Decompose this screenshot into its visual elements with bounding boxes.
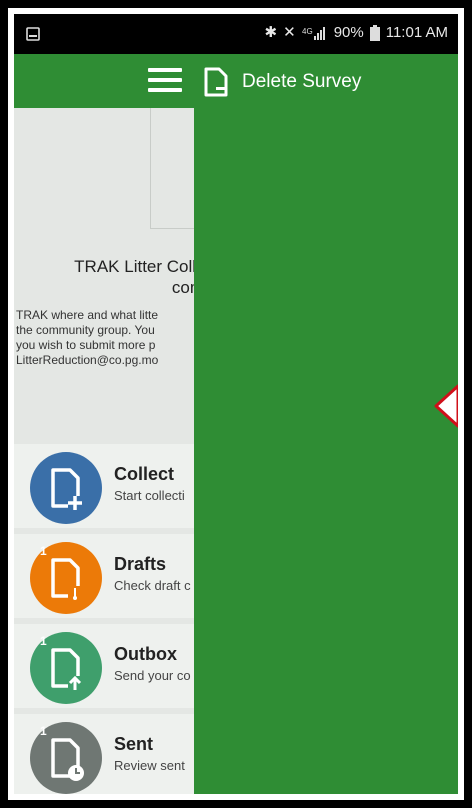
document-icon [204,67,228,97]
outbox-badge: 1 [40,634,47,648]
app-bar: Delete Survey [14,54,458,108]
battery-icon [369,25,380,41]
hamburger-menu-icon[interactable] [148,68,182,92]
collect-subtitle: Start collecti [114,488,185,503]
battery-percent: 90% [333,24,364,41]
clock: 11:01 AM [385,24,448,41]
outbox-subtitle: Send your co [114,668,191,683]
signal-icon: 4G [302,27,325,40]
sent-badge: 1 [40,724,47,738]
collect-icon [30,452,102,524]
svg-text:4G: 4G [302,27,313,36]
sent-subtitle: Review sent [114,758,185,773]
phone-screen: ✱ ✕ 4G 90% 11:01 AM Delete Survey TRAK L… [14,14,458,794]
bluetooth-icon: ✱ [264,24,278,41]
outbox-label: Outbox [114,644,177,664]
mute-icon: ✕ [283,24,296,41]
sent-label: Sent [114,734,154,754]
status-icons: ✱ ✕ 4G 90% 11:01 AM [265,24,448,42]
status-bar: ✱ ✕ 4G 90% 11:01 AM [14,14,458,54]
notification-icon [26,27,40,41]
delete-survey-drawer[interactable] [194,108,458,794]
drafts-badge: 1 [40,544,47,558]
collect-label: Collect [114,464,175,484]
app-title-line1: TRAK Litter Collec [74,257,214,276]
app-bar-title: Delete Survey [242,71,362,92]
drafts-label: Drafts [114,554,167,574]
drafts-subtitle: Check draft c [114,578,191,593]
app-title-line2: com [171,278,204,297]
app-description: TRAK where and what litte the community … [16,308,159,367]
arrow-left-icon [434,384,458,428]
